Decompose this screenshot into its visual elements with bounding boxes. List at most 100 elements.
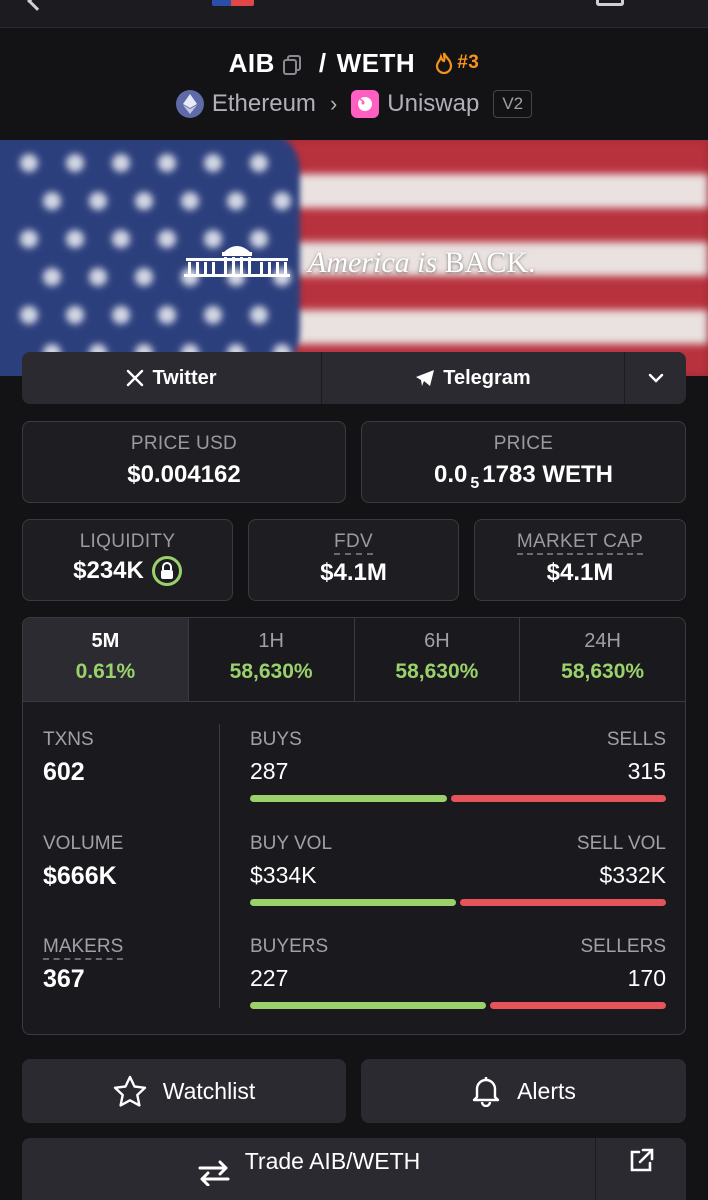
flag-star — [135, 192, 153, 210]
pair-title: AIB / WETH #3 — [0, 44, 708, 82]
tab-6h[interactable]: 6H 58,630% — [355, 618, 521, 701]
swap-arrows-icon — [198, 1160, 230, 1186]
sellers-bar-fill — [489, 1002, 666, 1009]
liquidity-label: LIQUIDITY — [79, 531, 176, 552]
volume-stat: VOLUME $666K — [43, 833, 123, 891]
liquidity-value: $234K — [73, 557, 144, 584]
txns-label: TXNS — [43, 729, 94, 750]
dex-name[interactable]: Uniswap — [387, 90, 479, 118]
trade-button[interactable]: Trade AIB/WETH — [22, 1138, 596, 1200]
flag-star — [89, 268, 107, 286]
volume-value: $666K — [43, 862, 117, 890]
external-link-button[interactable] — [596, 1138, 686, 1200]
market-cap-value: $4.1M — [546, 559, 614, 586]
buy-sell-volume-stat: BUY VOL SELL VOL $334K $332K — [250, 833, 666, 906]
flag-star — [66, 154, 84, 172]
flag-star — [181, 192, 199, 210]
chain-dex-row: Ethereum › Uniswap V2 — [0, 84, 708, 124]
flag-star — [250, 306, 268, 324]
flag-star — [158, 154, 176, 172]
makers-label[interactable]: MAKERS — [43, 936, 124, 960]
star-icon — [113, 1075, 146, 1107]
metrics-divider — [219, 724, 220, 1008]
flag-star — [20, 306, 38, 324]
back-arrow-icon[interactable] — [27, 0, 47, 11]
flag-star — [20, 230, 38, 248]
sellers-value: 170 — [627, 965, 666, 991]
flag-star — [112, 306, 130, 324]
makers-value: 367 — [43, 965, 85, 993]
sell-vol-bar-fill — [460, 899, 666, 906]
tab-1h[interactable]: 1H 58,630% — [189, 618, 355, 701]
flag-star — [43, 268, 61, 286]
txns-stat: TXNS 602 — [43, 729, 94, 787]
sells-value: 315 — [627, 758, 666, 784]
txns-value: 602 — [43, 758, 85, 786]
liquidity-value-row: $234K — [23, 556, 232, 586]
pair-separator: / — [318, 47, 327, 78]
project-banner: America is BACK. — [0, 140, 708, 376]
fdv-label[interactable]: FDV — [334, 531, 373, 555]
metrics-grid: TXNS 602 VOLUME $666K MAKERS 367 BUYS SEL… — [23, 702, 685, 1034]
trending-rank[interactable]: #3 — [435, 52, 479, 74]
tab-5m[interactable]: 5M 0.61% — [23, 618, 189, 701]
timeframe-tabs: 5M 0.61% 1H 58,630% 6H 58,630% 24H 58,63… — [23, 618, 685, 702]
tab-24h[interactable]: 24H 58,630% — [520, 618, 685, 701]
price-native-card: PRICE 0.0 5 1783 WETH — [361, 421, 686, 503]
flag-star — [273, 192, 291, 210]
trade-bar: Trade AIB/WETH — [22, 1138, 686, 1200]
flag-star — [204, 154, 222, 172]
volume-label: VOLUME — [43, 833, 124, 854]
flag-star — [250, 154, 268, 172]
sells-label: SELLS — [606, 729, 666, 750]
sellers-label: SELLERS — [580, 936, 666, 957]
sell-vol-value: $332K — [599, 862, 666, 888]
price-native-value: 0.0 5 1783 WETH — [434, 461, 613, 492]
makers-stat: MAKERS 367 — [43, 936, 124, 994]
pair-header: AIB / WETH #3 Ethereum › Uniswap V2 — [0, 44, 708, 124]
more-links-button[interactable] — [625, 352, 686, 404]
base-token: AIB — [228, 47, 275, 78]
top-bar — [0, 0, 708, 28]
buys-sells-stat: BUYS SELLS 287 315 — [250, 729, 666, 802]
price-usd-label: PRICE USD — [130, 433, 238, 454]
buys-sells-bar — [250, 795, 666, 802]
price-usd-card: PRICE USD $0.004162 — [22, 421, 346, 503]
chevron-right-icon: › — [329, 91, 338, 116]
buyers-bar-fill — [250, 1002, 486, 1009]
white-house-icon — [184, 246, 290, 277]
chevron-down-icon — [648, 373, 663, 383]
flag-star — [20, 154, 38, 172]
buyers-sellers-stat: BUYERS SELLERS 227 170 — [250, 936, 666, 1009]
quote-token: WETH — [336, 47, 416, 78]
rank-label: #3 — [457, 52, 480, 73]
alerts-button[interactable]: Alerts — [361, 1059, 686, 1123]
bell-icon — [472, 1077, 500, 1107]
sell-vol-label: SELL VOL — [576, 833, 666, 854]
trading-stats-panel: 5M 0.61% 1H 58,630% 6H 58,630% 24H 58,63… — [22, 617, 686, 1035]
liquidity-card: LIQUIDITY $234K — [22, 519, 233, 601]
copy-icon[interactable] — [281, 52, 303, 75]
flag-star — [227, 192, 245, 210]
buy-vol-value: $334K — [250, 862, 317, 888]
chain-name[interactable]: Ethereum — [212, 90, 316, 118]
buyers-value: 227 — [250, 965, 289, 991]
menu-icon[interactable] — [596, 0, 624, 6]
flag-star — [66, 306, 84, 324]
x-logo-icon — [127, 369, 144, 387]
telegram-button[interactable]: Telegram — [322, 352, 625, 404]
lock-icon[interactable] — [151, 556, 182, 586]
buyers-label: BUYERS — [250, 936, 329, 957]
banner-slogan: America is BACK. — [308, 246, 536, 279]
twitter-button[interactable]: Twitter — [22, 352, 322, 404]
uniswap-icon — [351, 90, 380, 118]
watchlist-button[interactable]: Watchlist — [22, 1059, 346, 1123]
telegram-icon — [416, 370, 435, 386]
flag-star — [112, 230, 130, 248]
market-cap-card: MARKET CAP $4.1M — [474, 519, 686, 601]
market-cap-label[interactable]: MARKET CAP — [516, 531, 644, 555]
version-badge: V2 — [493, 90, 533, 118]
ethereum-icon — [175, 90, 204, 118]
fdv-value: $4.1M — [320, 559, 387, 586]
flag-star — [135, 268, 153, 286]
